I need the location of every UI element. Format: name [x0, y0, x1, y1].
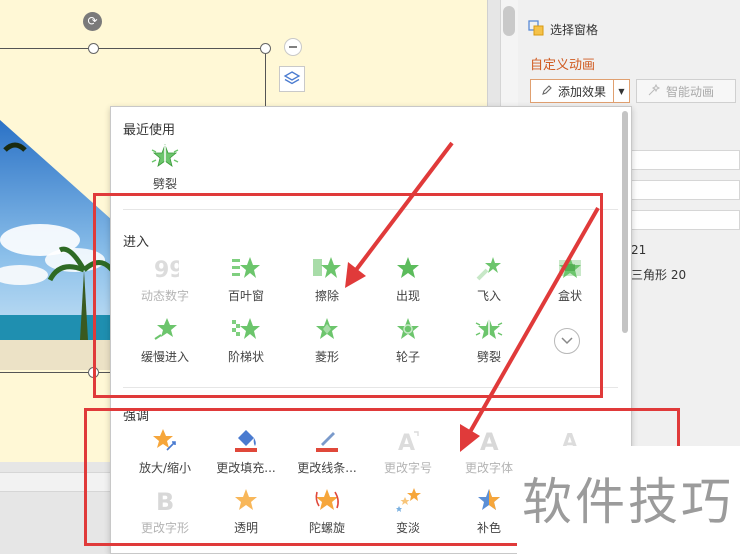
arrow-head-icon — [345, 262, 366, 288]
watermark-text: 软件技巧 — [522, 473, 734, 531]
